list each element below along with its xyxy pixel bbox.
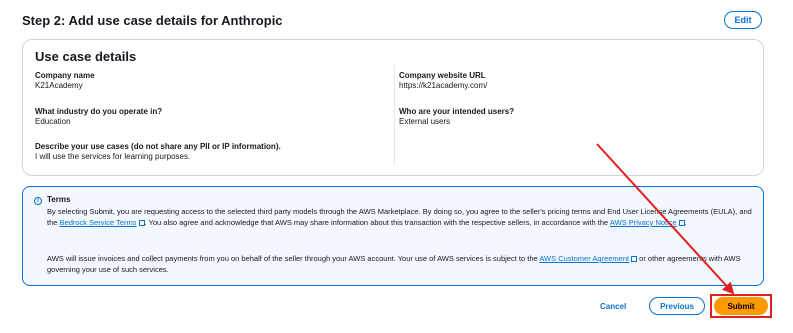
- annotation-arrow-icon: [596, 143, 735, 295]
